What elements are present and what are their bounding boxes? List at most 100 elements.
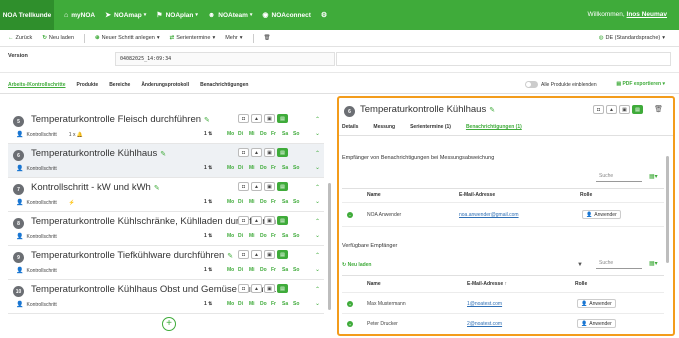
tab-steps[interactable]: Arbeits-/Kontrollschritte: [8, 82, 66, 88]
pencil-icon[interactable]: ✎: [160, 151, 166, 158]
delete-button[interactable]: 🗑: [264, 35, 271, 41]
column-name[interactable]: Name: [367, 281, 381, 287]
tab-details[interactable]: Details: [342, 124, 358, 130]
clipboard-icon[interactable]: ▣: [264, 284, 275, 293]
step-item[interactable]: 9 Temperaturkontrolle Tiefkühlware durch…: [8, 246, 324, 280]
add-recipient-icon[interactable]: +: [347, 321, 353, 327]
step-title[interactable]: Temperaturkontrolle Kühlhaus ✎: [31, 148, 166, 159]
step-item[interactable]: 7 Kontrollschritt - kW und kWh ✎ 👤 Kontrol…: [8, 178, 324, 212]
tab-series[interactable]: Serientermine (1): [410, 124, 451, 130]
pencil-icon[interactable]: ✎: [204, 117, 210, 124]
warning-icon[interactable]: ▲: [251, 114, 262, 123]
all-products-toggle[interactable]: Alle Produkte einblenden: [525, 81, 597, 88]
step-item[interactable]: 8 Temperaturkontrolle Kühlschränke, Kühl…: [8, 212, 324, 246]
warning-icon[interactable]: ▲: [251, 250, 262, 259]
step-item[interactable]: 10 Temperaturkontrolle Kühlhaus Obst und…: [8, 280, 324, 314]
clipboard-icon[interactable]: ▣: [264, 148, 275, 157]
chevron-up-icon[interactable]: ⌃: [315, 116, 320, 123]
column-email[interactable]: E-Mail-Adresse: [459, 192, 495, 198]
recipient-email[interactable]: 1@noatest.com: [467, 301, 502, 307]
list-scrollbar[interactable]: [328, 183, 331, 310]
checklist-icon[interactable]: ▤: [277, 148, 288, 157]
clipboard-icon[interactable]: ▣: [264, 182, 275, 191]
step-item[interactable]: 5 Temperaturkontrolle Fleisch durchführe…: [8, 110, 324, 144]
warning-icon[interactable]: ▲: [251, 284, 262, 293]
tab-notifications[interactable]: Benachrichtigungen (1): [466, 124, 522, 130]
language-select[interactable]: ◍ DE (Standardsprache) ▾: [599, 35, 665, 41]
nav-noamap[interactable]: ➤ NOAmap ▾: [105, 11, 146, 20]
tab-notifications[interactable]: Benachrichtigungen: [200, 82, 248, 88]
reload-available-button[interactable]: ↻ Neu laden: [342, 262, 372, 268]
camera-icon[interactable]: ◘: [238, 284, 249, 293]
reload-button[interactable]: ↻ Neu laden: [42, 35, 74, 41]
nav-mynoa[interactable]: ⌂ myNOA: [64, 12, 95, 19]
filter-icon[interactable]: ▼: [577, 262, 583, 268]
warning-icon[interactable]: ▲: [251, 148, 262, 157]
chevron-down-icon[interactable]: ⌄: [315, 232, 320, 239]
chevron-up-icon[interactable]: ⌃: [315, 150, 320, 157]
checklist-icon[interactable]: ▤: [277, 284, 288, 293]
column-role[interactable]: Rolle: [575, 281, 587, 287]
brand-logo[interactable]: NOA Trellkunde: [0, 0, 54, 30]
chevron-up-icon[interactable]: ⌃: [315, 252, 320, 259]
camera-icon[interactable]: ◘: [593, 105, 604, 114]
chevron-down-icon[interactable]: ⌄: [315, 300, 320, 307]
search-input[interactable]: Suche: [596, 260, 642, 269]
toggle-switch[interactable]: [525, 81, 538, 88]
series-button[interactable]: ⇄ Serientermine ▾: [170, 35, 216, 41]
tab-areas[interactable]: Bereiche: [109, 82, 130, 88]
user-link[interactable]: Inos Neumav: [627, 11, 667, 18]
search-input[interactable]: Suche: [596, 173, 642, 182]
add-step-button[interactable]: +: [162, 317, 176, 331]
step-title[interactable]: Kontrollschritt - kW und kWh ✎: [31, 182, 160, 193]
back-button[interactable]: ← Zurück: [8, 35, 32, 41]
column-settings-icon[interactable]: ▦▾: [649, 173, 658, 180]
checklist-icon[interactable]: ▤: [277, 182, 288, 191]
camera-icon[interactable]: ◘: [238, 114, 249, 123]
camera-icon[interactable]: ◘: [238, 182, 249, 191]
column-settings-icon[interactable]: ▦▾: [649, 260, 658, 267]
step-title[interactable]: Temperaturkontrolle Fleisch durchführen ✎: [31, 114, 210, 125]
checklist-icon[interactable]: ▤: [277, 114, 288, 123]
remove-recipient-icon[interactable]: −: [347, 212, 353, 218]
trash-icon[interactable]: 🗑: [654, 105, 663, 113]
nav-noateam[interactable]: ☻ NOAteam ▾: [208, 12, 253, 19]
camera-icon[interactable]: ◘: [238, 216, 249, 225]
chevron-down-icon[interactable]: ⌄: [315, 130, 320, 137]
warning-icon[interactable]: ▲: [251, 182, 262, 191]
checklist-icon[interactable]: ▤: [277, 216, 288, 225]
warning-icon[interactable]: ▲: [606, 105, 617, 114]
warning-icon[interactable]: ▲: [251, 216, 262, 225]
column-name[interactable]: Name: [367, 192, 381, 198]
clipboard-icon[interactable]: ▣: [264, 216, 275, 225]
tab-changelog[interactable]: Änderungsprotokoll: [141, 82, 189, 88]
tab-products[interactable]: Produkte: [77, 82, 99, 88]
chevron-up-icon[interactable]: ⌃: [315, 286, 320, 293]
clipboard-icon[interactable]: ▣: [619, 105, 630, 114]
clipboard-icon[interactable]: ▣: [264, 250, 275, 259]
add-recipient-icon[interactable]: +: [347, 301, 353, 307]
pdf-export-button[interactable]: ▤ PDF exportieren ▾: [616, 81, 665, 87]
tab-measurement[interactable]: Messung: [373, 124, 395, 130]
chevron-down-icon[interactable]: ⌄: [315, 198, 320, 205]
checklist-icon[interactable]: ▤: [277, 250, 288, 259]
nav-noaconnect[interactable]: ◉ NOAconnect: [262, 11, 310, 20]
step-item[interactable]: 6 Temperaturkontrolle Kühlhaus ✎ 👤 Kontrol…: [8, 144, 324, 178]
nav-noaplan[interactable]: ⚑ NOAplan ▾: [156, 11, 198, 20]
column-email-sorted[interactable]: E-Mail-Adresse ↑: [467, 281, 507, 287]
settings-button[interactable]: ⚙: [321, 11, 330, 19]
new-step-button[interactable]: ⊕ Neuer Schritt anlegen ▾: [95, 35, 160, 41]
recipient-email[interactable]: 2@noatest.com: [467, 321, 502, 327]
clipboard-icon[interactable]: ▣: [264, 114, 275, 123]
chevron-down-icon[interactable]: ⌄: [315, 266, 320, 273]
column-role[interactable]: Rolle: [580, 192, 592, 198]
pencil-icon[interactable]: ✎: [227, 253, 233, 260]
checklist-icon[interactable]: ▤: [632, 105, 643, 114]
panel-scrollbar[interactable]: [666, 156, 669, 263]
pencil-icon[interactable]: ✎: [489, 107, 495, 114]
more-button[interactable]: Mehr ▾: [225, 35, 242, 41]
chevron-up-icon[interactable]: ⌃: [315, 218, 320, 225]
chevron-up-icon[interactable]: ⌃: [315, 184, 320, 191]
recipient-email[interactable]: noa.anwender@gmail.com: [459, 212, 519, 218]
chevron-down-icon[interactable]: ⌄: [315, 164, 320, 171]
